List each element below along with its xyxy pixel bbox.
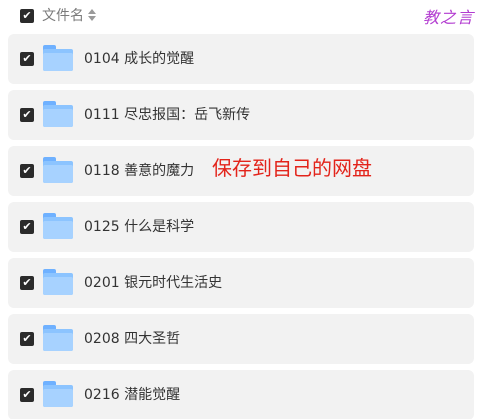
row-checkbox[interactable]: ✔ bbox=[20, 108, 34, 122]
row-checkbox[interactable]: ✔ bbox=[20, 332, 34, 346]
file-row[interactable]: ✔ 0216 潜能觉醒 bbox=[8, 370, 474, 419]
file-row[interactable]: ✔ 0125 什么是科学 bbox=[8, 202, 474, 252]
row-checkbox[interactable]: ✔ bbox=[20, 276, 34, 290]
folder-icon bbox=[43, 101, 73, 127]
file-name[interactable]: 0208 四大圣哲 bbox=[84, 330, 180, 348]
brand-watermark: 教之言 bbox=[422, 8, 474, 27]
file-name[interactable]: 0216 潜能觉醒 bbox=[84, 386, 180, 404]
folder-icon bbox=[43, 213, 73, 239]
file-list-header: ✔ 文件名 教之言 bbox=[0, 0, 480, 32]
file-row[interactable]: ✔ 0201 银元时代生活史 bbox=[8, 258, 474, 308]
row-checkbox[interactable]: ✔ bbox=[20, 220, 34, 234]
file-name[interactable]: 0104 成长的觉醒 bbox=[84, 50, 194, 68]
sort-up-icon bbox=[88, 9, 96, 14]
folder-icon bbox=[43, 381, 73, 407]
filename-column-header[interactable]: 文件名 bbox=[42, 7, 84, 25]
row-checkbox[interactable]: ✔ bbox=[20, 52, 34, 66]
folder-icon bbox=[43, 45, 73, 71]
file-name[interactable]: 0111 尽忠报国：岳飞新传 bbox=[84, 106, 250, 124]
row-checkbox[interactable]: ✔ bbox=[20, 388, 34, 402]
file-row[interactable]: ✔ 0104 成长的觉醒 bbox=[8, 34, 474, 84]
folder-icon bbox=[43, 269, 73, 295]
save-to-drive-annotation: 保存到自己的网盘 bbox=[212, 156, 372, 180]
sort-down-icon bbox=[88, 16, 96, 21]
select-all-checkbox[interactable]: ✔ bbox=[20, 9, 34, 23]
file-row[interactable]: ✔ 0111 尽忠报国：岳飞新传 bbox=[8, 90, 474, 140]
file-name[interactable]: 0118 善意的魔力 bbox=[84, 162, 194, 180]
file-row[interactable]: ✔ 0208 四大圣哲 bbox=[8, 314, 474, 364]
folder-icon bbox=[43, 157, 73, 183]
row-checkbox[interactable]: ✔ bbox=[20, 164, 34, 178]
folder-icon bbox=[43, 325, 73, 351]
file-list-page: ✔ 文件名 教之言 ✔ 0104 成长的觉醒 ✔ 0111 尽忠报国：岳飞新传 … bbox=[0, 0, 480, 419]
file-name[interactable]: 0201 银元时代生活史 bbox=[84, 274, 222, 292]
file-name[interactable]: 0125 什么是科学 bbox=[84, 218, 194, 236]
sort-arrows-icon[interactable] bbox=[88, 9, 96, 21]
